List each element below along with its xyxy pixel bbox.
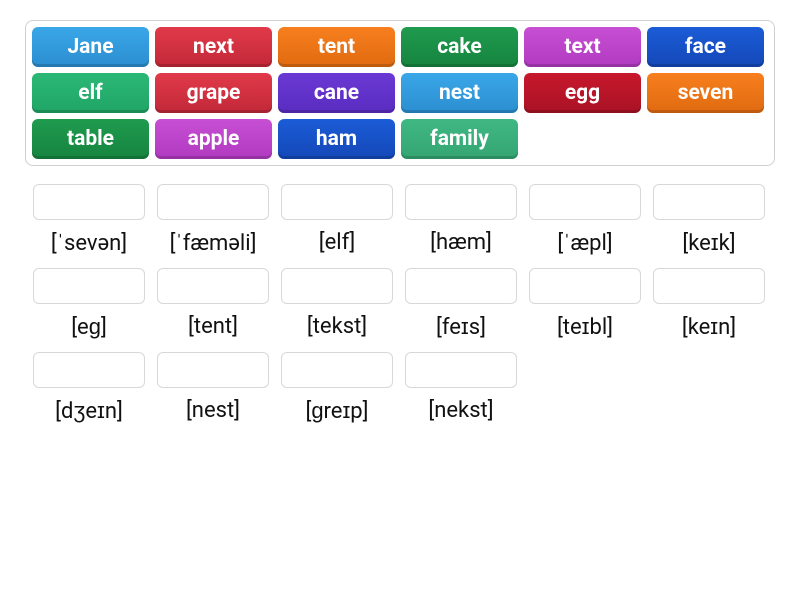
ipa-label: [keɪk]: [682, 230, 735, 256]
tile-label: cake: [437, 35, 482, 59]
ipa-label: [ˈsevən]: [51, 230, 127, 256]
target-cane: [keɪn]: [653, 268, 765, 340]
word-tile-tent[interactable]: tent: [278, 27, 395, 67]
word-tile-text[interactable]: text: [524, 27, 641, 67]
drop-slot[interactable]: [653, 184, 765, 220]
target-ham: [hæm]: [405, 184, 517, 256]
word-tile-ham[interactable]: ham: [278, 119, 395, 159]
drop-slot[interactable]: [529, 268, 641, 304]
word-tile-elf[interactable]: elf: [32, 73, 149, 113]
tile-label: ham: [316, 127, 357, 151]
target-next: [nekst]: [405, 352, 517, 424]
word-tile-grape[interactable]: grape: [155, 73, 272, 113]
tile-label: nest: [439, 81, 480, 105]
ipa-label: [teɪbl]: [557, 314, 613, 340]
target-family: [ˈfæməli]: [157, 184, 269, 256]
word-tile-seven[interactable]: seven: [647, 73, 764, 113]
tile-label: elf: [78, 81, 102, 105]
tile-label: apple: [188, 127, 240, 151]
tile-label: Jane: [67, 35, 113, 59]
drop-slot[interactable]: [157, 184, 269, 220]
ipa-label: [dʒeɪn]: [55, 398, 123, 424]
target-egg: [eɡ]: [33, 268, 145, 340]
word-bank: Jane next tent cake text face elf grape …: [25, 20, 775, 166]
target-cake: [keɪk]: [653, 184, 765, 256]
word-tile-jane[interactable]: Jane: [32, 27, 149, 67]
ipa-label: [feɪs]: [436, 314, 486, 340]
ipa-label: [keɪn]: [682, 314, 736, 340]
tile-label: egg: [565, 81, 600, 105]
tile-label: seven: [678, 81, 734, 105]
target-nest: [nest]: [157, 352, 269, 424]
word-tile-egg[interactable]: egg: [524, 73, 641, 113]
ipa-label: [ˈfæməli]: [170, 230, 257, 256]
drop-targets: [ˈsevən] [ˈfæməli] [elf] [hæm] [ˈæpl] [k…: [25, 184, 775, 424]
target-text: [tekst]: [281, 268, 393, 340]
target-grape: [ɡreɪp]: [281, 352, 393, 424]
ipa-label: [ˈæpl]: [557, 230, 612, 256]
ipa-label: [hæm]: [430, 230, 492, 255]
tile-label: face: [685, 35, 726, 59]
target-elf: [elf]: [281, 184, 393, 256]
word-tile-table[interactable]: table: [32, 119, 149, 159]
target-table: [teɪbl]: [529, 268, 641, 340]
target-jane: [dʒeɪn]: [33, 352, 145, 424]
drop-slot[interactable]: [33, 352, 145, 388]
drop-slot[interactable]: [281, 268, 393, 304]
target-face: [feɪs]: [405, 268, 517, 340]
drop-slot[interactable]: [529, 184, 641, 220]
word-tile-nest[interactable]: nest: [401, 73, 518, 113]
ipa-label: [ɡreɪp]: [305, 398, 368, 424]
drop-slot[interactable]: [653, 268, 765, 304]
word-tile-cane[interactable]: cane: [278, 73, 395, 113]
ipa-label: [eɡ]: [71, 314, 107, 340]
tile-label: grape: [187, 81, 241, 105]
drop-slot[interactable]: [281, 352, 393, 388]
ipa-label: [nest]: [186, 398, 240, 423]
tile-label: next: [193, 35, 234, 59]
word-tile-family[interactable]: family: [401, 119, 518, 159]
ipa-label: [tent]: [188, 314, 238, 339]
drop-slot[interactable]: [281, 184, 393, 220]
drop-slot[interactable]: [33, 184, 145, 220]
target-seven: [ˈsevən]: [33, 184, 145, 256]
tile-label: table: [67, 127, 114, 151]
tile-label: cane: [314, 81, 359, 105]
target-apple: [ˈæpl]: [529, 184, 641, 256]
drop-slot[interactable]: [405, 268, 517, 304]
ipa-label: [nekst]: [428, 398, 493, 423]
target-tent: [tent]: [157, 268, 269, 340]
tile-label: family: [430, 127, 489, 151]
word-tile-cake[interactable]: cake: [401, 27, 518, 67]
word-tile-apple[interactable]: apple: [155, 119, 272, 159]
drop-slot[interactable]: [33, 268, 145, 304]
word-tile-next[interactable]: next: [155, 27, 272, 67]
drop-slot[interactable]: [405, 352, 517, 388]
tile-label: tent: [318, 35, 355, 59]
ipa-label: [tekst]: [307, 314, 367, 339]
ipa-label: [elf]: [319, 230, 356, 255]
drop-slot[interactable]: [405, 184, 517, 220]
drop-slot[interactable]: [157, 268, 269, 304]
word-tile-face[interactable]: face: [647, 27, 764, 67]
drop-slot[interactable]: [157, 352, 269, 388]
tile-label: text: [564, 35, 600, 59]
